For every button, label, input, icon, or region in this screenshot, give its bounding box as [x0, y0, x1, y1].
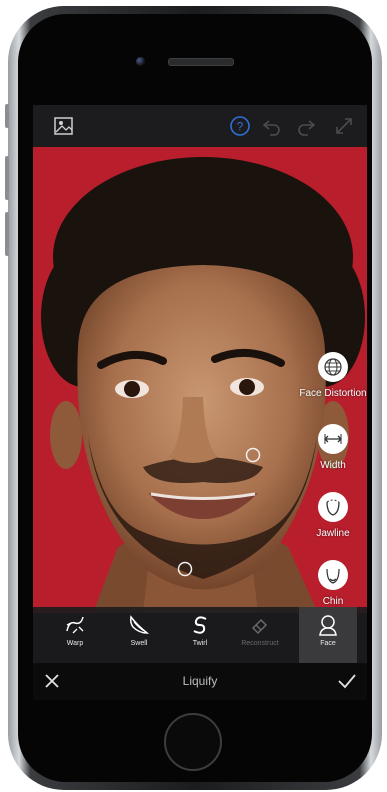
eraser-icon	[251, 618, 268, 635]
volume-down-button	[5, 212, 9, 256]
swell-icon	[130, 615, 150, 634]
tool-reconstruct-label: Reconstruct	[241, 640, 279, 647]
jawline-label: Jawline	[316, 528, 350, 539]
liquify-toolbar: Warp Swell Twirl Reconstruct Face	[33, 607, 367, 663]
face-icon	[319, 615, 337, 636]
tool-reconstruct[interactable]: Reconstruct	[231, 607, 289, 663]
home-button[interactable]	[164, 713, 222, 771]
tool-face-label: Face	[320, 640, 336, 647]
svg-text:?: ?	[237, 120, 244, 134]
face-adjustments-panel: Face Distortion Width Jawline Chin	[299, 349, 367, 611]
twirl-icon	[193, 616, 207, 634]
width-option[interactable]: Width	[299, 424, 367, 471]
tool-warp[interactable]: Warp	[46, 607, 104, 663]
front-camera	[136, 57, 145, 66]
warp-icon	[66, 616, 84, 634]
face-distortion-option[interactable]: Face Distortion	[299, 352, 367, 399]
chin-label: Chin	[322, 596, 344, 607]
jawline-option[interactable]: Jawline	[299, 492, 367, 539]
tool-twirl[interactable]: Twirl	[171, 607, 229, 663]
chin-icon	[318, 560, 348, 590]
tool-swell[interactable]: Swell	[110, 607, 168, 663]
help-icon[interactable]: ?	[229, 115, 251, 137]
check-icon[interactable]	[337, 672, 357, 695]
face-distortion-label: Face Distortion	[299, 388, 367, 399]
mute-switch	[5, 104, 9, 128]
expand-icon[interactable]	[333, 115, 355, 137]
earpiece-speaker	[168, 58, 234, 66]
chin-option[interactable]: Chin	[299, 560, 367, 607]
volume-up-button	[5, 156, 9, 200]
tool-twirl-label: Twirl	[192, 640, 208, 647]
globe-grid-icon	[318, 352, 348, 382]
tool-warp-label: Warp	[66, 640, 84, 647]
undo-icon[interactable]	[261, 115, 283, 137]
redo-icon[interactable]	[295, 115, 317, 137]
tool-swell-label: Swell	[130, 640, 148, 647]
gallery-icon[interactable]	[53, 115, 75, 137]
jawline-icon	[318, 492, 348, 522]
bottom-action-bar: Liquify	[33, 663, 367, 700]
screen-title: Liquify	[182, 674, 218, 688]
app-screen: ? Face Distortion Width Jawline Chin War…	[33, 105, 367, 700]
top-toolbar: ?	[33, 105, 367, 147]
width-label: Width	[320, 460, 346, 471]
width-icon	[318, 424, 348, 454]
tool-face[interactable]: Face	[299, 607, 357, 663]
